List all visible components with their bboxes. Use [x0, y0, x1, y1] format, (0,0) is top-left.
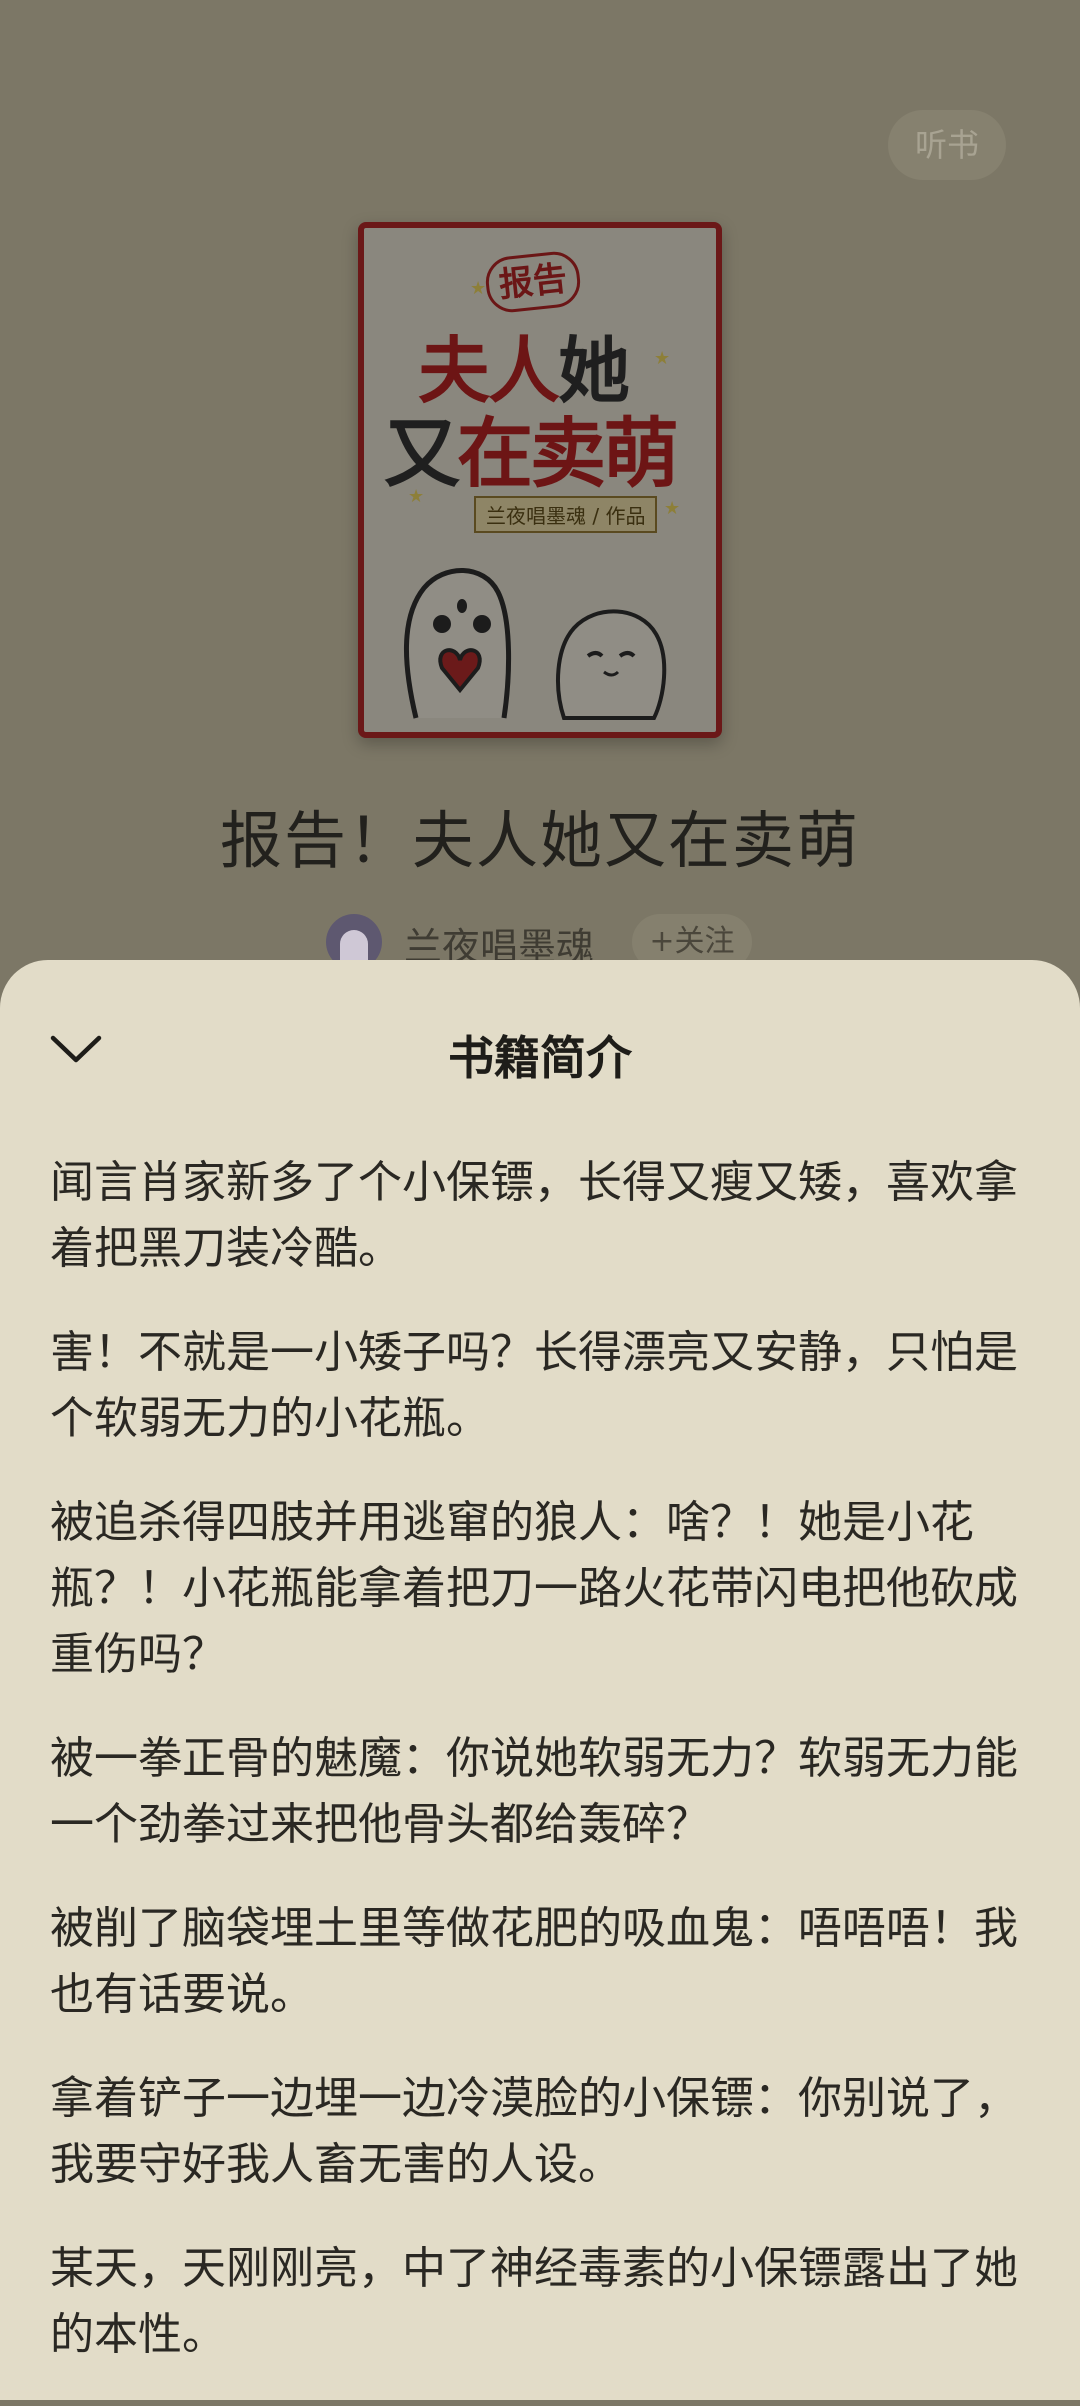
cover-badge: 报告	[483, 249, 583, 315]
intro-paragraph: 拿着铲子一边埋一边冷漠脸的小保镖：你别说了，我要守好我人畜无害的人设。	[50, 2073, 1018, 2190]
star-icon: ★	[654, 348, 671, 369]
cover-title-line2c: 卖萌	[530, 409, 679, 498]
cover-title-line2b: 在	[457, 409, 533, 498]
star-icon: ★	[664, 498, 681, 519]
book-cover[interactable]: 报告 夫人她 又在卖萌 ★ ★ ★ ★ 兰夜唱墨魂 / 作品	[358, 222, 722, 738]
intro-paragraph: 被追杀得四肢并用逃窜的狼人：啥？！她是小花瓶？！小花瓶能拿着把刀一路火花带闪电把…	[50, 1497, 1018, 1680]
star-icon: ★	[470, 278, 487, 299]
intro-paragraph: 被一拳正骨的魅魔：你说她软弱无力？软弱无力能一个劲拳过来把他骨头都给轰碎？	[50, 1733, 1018, 1850]
intro-paragraph: 被削了脑袋埋土里等做花肥的吸血鬼：唔唔唔！我也有话要说。	[50, 1903, 1018, 2020]
cover-illustration	[404, 568, 667, 720]
intro-paragraph: 某天，天刚刚亮，中了神经毒素的小保镖露出了她的本性。	[50, 2243, 1018, 2360]
star-icon: ★	[408, 486, 425, 507]
intro-paragraph: 害！不就是一小矮子吗？长得漂亮又安静，只怕是个软弱无力的小花瓶。	[50, 1327, 1018, 1444]
sheet-title: 书籍简介	[448, 1031, 632, 1085]
book-intro-sheet: 书籍简介 闻言肖家新多了个小保镖，长得又瘦又矮，喜欢拿着把黑刀装冷酷。 害！不就…	[0, 960, 1080, 2400]
listen-book-button[interactable]: 听书	[888, 110, 1006, 180]
book-title: 报告！夫人她又在卖萌	[219, 804, 860, 877]
intro-text: 闻言肖家新多了个小保镖，长得又瘦又矮，喜欢拿着把黑刀装冷酷。 害！不就是一小矮子…	[50, 1150, 1030, 2406]
intro-paragraph: 闻言肖家新多了个小保镖，长得又瘦又矮，喜欢拿着把黑刀装冷酷。	[50, 1157, 1018, 1274]
cover-title-line2a: 又	[384, 409, 460, 498]
cover-title-line2: 又在卖萌	[384, 392, 679, 502]
